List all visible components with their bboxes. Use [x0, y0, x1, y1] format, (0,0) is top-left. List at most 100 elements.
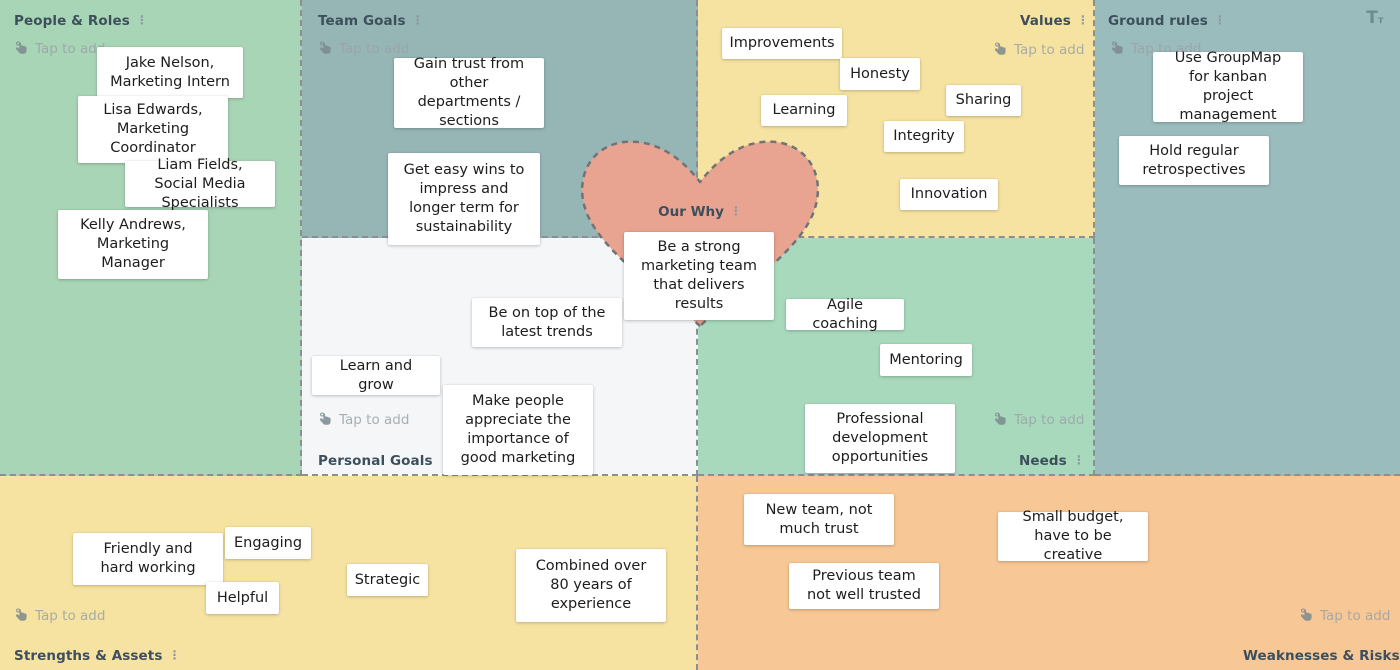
tap-to-add-personal-goals[interactable]: Tap to add	[318, 412, 409, 428]
sticky-card-text: Be on top of the latest trends	[488, 304, 606, 340]
tap-to-add-label: Tap to add	[1014, 412, 1085, 428]
sticky-card-text: Hold regular retrospectives	[1142, 142, 1246, 178]
sticky-card[interactable]: Improvements	[722, 28, 842, 59]
zone-title-ground-rules-label: Ground rules	[1108, 13, 1208, 29]
sticky-card[interactable]: Mentoring	[880, 344, 972, 376]
kebab-menu-icon[interactable]: ⋮	[412, 14, 424, 26]
sticky-card-text: Make people appreciate the importance of…	[460, 393, 576, 466]
sticky-card[interactable]: Strategic	[347, 564, 428, 596]
sticky-card[interactable]: Learn and grow	[312, 356, 440, 395]
tap-to-add-label: Tap to add	[339, 41, 410, 57]
sticky-card-text: Lisa Edwards, Marketing Coordinator	[103, 102, 203, 156]
zone-title-personal-goals[interactable]: Personal Goals⋮	[318, 453, 451, 469]
tap-to-add-label: Tap to add	[35, 41, 106, 57]
tap-to-add-label: Tap to add	[1320, 608, 1391, 624]
sticky-card-text: Agile coaching	[812, 296, 878, 332]
sticky-card[interactable]: Agile coaching	[786, 297, 904, 332]
sticky-card-text: Innovation	[910, 186, 988, 202]
sticky-card[interactable]: Use GroupMap for kanban project manageme…	[1153, 50, 1303, 123]
sticky-card-text: Previous team not well trusted	[806, 568, 921, 603]
sticky-card-text: Use GroupMap for kanban project manageme…	[1174, 50, 1282, 123]
sticky-card-text: Gain trust from other departments / sect…	[413, 56, 525, 129]
sticky-card[interactable]: Innovation	[900, 179, 998, 210]
kebab-menu-icon[interactable]: ⋮	[169, 649, 181, 661]
zone-title-people-roles-label: People & Roles	[14, 13, 130, 29]
sticky-card-text: Improvements	[729, 35, 835, 51]
sticky-card[interactable]: Friendly and hard working	[73, 533, 223, 585]
zone-title-team-goals-label: Team Goals	[318, 13, 406, 29]
zone-title-values-label: Values	[1020, 13, 1071, 29]
sticky-card[interactable]: Integrity	[884, 121, 964, 152]
text-size-tool-small-t: т	[1377, 15, 1384, 26]
zone-title-values[interactable]: Values ⋮	[1020, 13, 1089, 29]
sticky-card[interactable]: Liam Fields, Social Media Specialists	[125, 157, 275, 211]
sticky-card[interactable]: Learning	[761, 95, 847, 126]
sticky-card-text: Learning	[772, 102, 836, 118]
sticky-card[interactable]: Previous team not well trusted	[789, 563, 939, 609]
tap-to-add-label: Tap to add	[1014, 42, 1085, 58]
sticky-card-text: Kelly Andrews, Marketing Manager	[80, 217, 186, 271]
sticky-card[interactable]: Make people appreciate the importance of…	[443, 385, 593, 475]
tap-to-add-label: Tap to add	[35, 608, 106, 624]
sticky-card-text: Learn and grow	[339, 357, 413, 393]
sticky-card-text: Sharing	[955, 92, 1012, 108]
tap-hand-icon	[318, 41, 333, 57]
zone-title-personal-goals-label: Personal Goals	[318, 453, 433, 469]
sticky-card[interactable]: Sharing	[946, 85, 1021, 116]
zone-title-strengths-assets-label: Strengths & Assets	[14, 648, 163, 664]
sticky-card[interactable]: Engaging	[225, 527, 311, 559]
zone-title-weaknesses-risks[interactable]: Weaknesses & Risks⋮	[1243, 648, 1400, 664]
zone-title-team-goals[interactable]: Team Goals ⋮	[318, 13, 424, 29]
sticky-card[interactable]: Get easy wins to impress and longer term…	[388, 153, 540, 245]
kebab-menu-icon[interactable]: ⋮	[1214, 14, 1226, 26]
sticky-card[interactable]: Gain trust from other departments / sect…	[394, 56, 544, 129]
tap-hand-icon	[318, 412, 333, 428]
groupmap-board: People & Roles ⋮ Team Goals ⋮ Personal Goa…	[0, 0, 1400, 670]
sticky-card[interactable]: Kelly Andrews, Marketing Manager	[58, 210, 208, 279]
tap-to-add-team-goals[interactable]: Tap to add	[318, 41, 409, 57]
sticky-card[interactable]: Jake Nelson, Marketing Intern	[97, 47, 243, 98]
sticky-card[interactable]: Be a strong marketing team that delivers…	[624, 232, 774, 320]
sticky-card[interactable]: Professional development opportunities	[805, 404, 955, 473]
sticky-card[interactable]: Hold regular retrospectives	[1119, 136, 1269, 185]
text-size-tool-large-t: T	[1366, 8, 1378, 28]
kebab-menu-icon[interactable]: ⋮	[1073, 454, 1085, 466]
tap-to-add-weaknesses-risks[interactable]: Tap to add	[1299, 608, 1390, 624]
sticky-card[interactable]: Honesty	[840, 58, 920, 90]
sticky-card-text: Be a strong marketing team that delivers…	[640, 239, 758, 312]
sticky-card-text: Engaging	[233, 534, 303, 551]
tap-hand-icon	[14, 41, 29, 57]
sticky-card-text: Helpful	[216, 589, 269, 606]
zone-title-needs-label: Needs	[1019, 453, 1067, 469]
tap-to-add-needs[interactable]: Tap to add	[993, 412, 1084, 428]
kebab-menu-icon[interactable]: ⋮	[136, 14, 148, 26]
tap-hand-icon	[14, 608, 29, 624]
sticky-card-text: Jake Nelson, Marketing Intern	[110, 54, 230, 90]
sticky-card[interactable]: Small budget, have to be creative	[998, 509, 1148, 563]
sticky-card[interactable]: Helpful	[206, 582, 279, 614]
sticky-card-text: Small budget, have to be creative	[1022, 509, 1124, 563]
tap-hand-icon	[1110, 41, 1125, 57]
zone-title-ground-rules[interactable]: Ground rules ⋮	[1108, 13, 1226, 29]
zone-title-weaknesses-risks-label: Weaknesses & Risks	[1243, 648, 1400, 664]
zone-title-needs[interactable]: Needs ⋮	[1019, 453, 1085, 469]
sticky-card[interactable]: New team, not much trust	[744, 494, 894, 545]
sticky-card-text: Strategic	[354, 571, 421, 588]
sticky-card-text: Get easy wins to impress and longer term…	[403, 162, 525, 235]
sticky-card-text: New team, not much trust	[765, 501, 873, 537]
sticky-card[interactable]: Be on top of the latest trends	[472, 298, 622, 347]
sticky-card-text: Friendly and hard working	[100, 541, 196, 576]
sticky-card-text: Combined over 80 years of experience	[535, 558, 647, 612]
tap-hand-icon	[993, 42, 1008, 58]
tap-to-add-strengths-assets[interactable]: Tap to add	[14, 608, 105, 624]
zone-title-people-roles[interactable]: People & Roles ⋮	[14, 13, 148, 29]
text-size-tool[interactable]: Tт	[1363, 10, 1387, 30]
tap-to-add-values[interactable]: Tap to add	[993, 42, 1084, 58]
sticky-card[interactable]: Lisa Edwards, Marketing Coordinator	[78, 96, 228, 163]
kebab-menu-icon[interactable]: ⋮	[1077, 14, 1089, 26]
sticky-card[interactable]: Combined over 80 years of experience	[516, 549, 666, 622]
tap-to-add-label: Tap to add	[339, 412, 410, 428]
tap-to-add-people-roles[interactable]: Tap to add	[14, 41, 105, 57]
sticky-card-text: Honesty	[850, 65, 910, 82]
zone-title-strengths-assets[interactable]: Strengths & Assets ⋮	[14, 648, 181, 664]
